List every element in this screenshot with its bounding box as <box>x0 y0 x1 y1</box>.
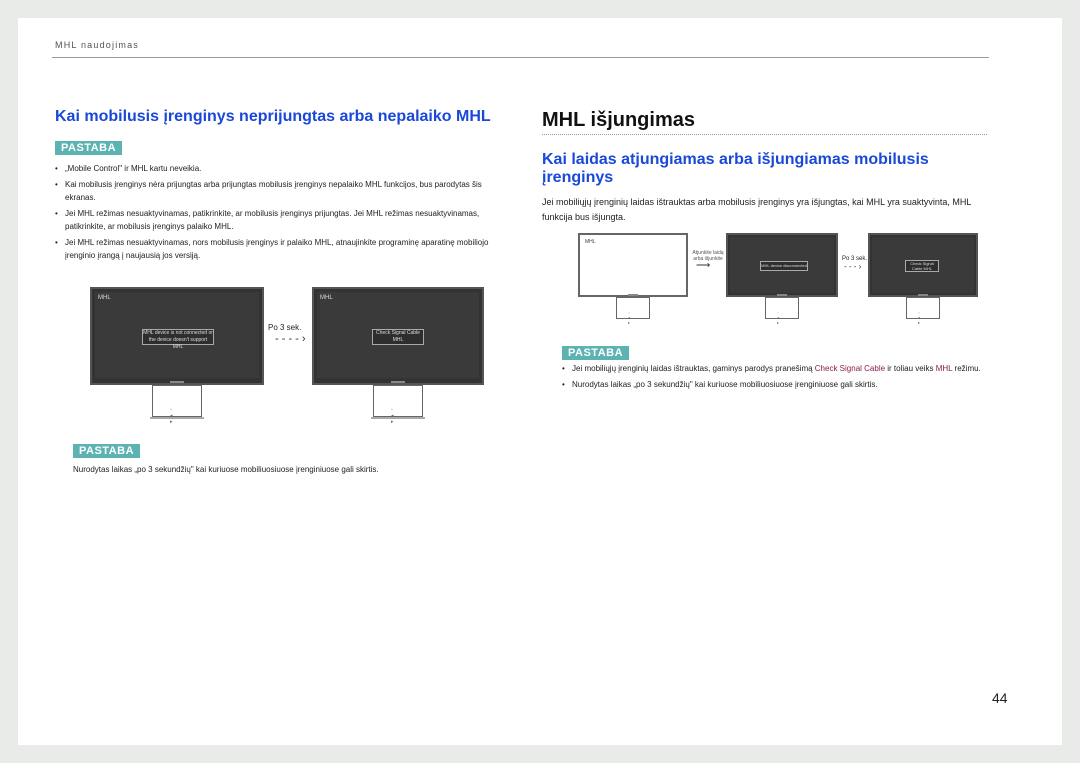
right-body-text: Jei mobiliųjų įrenginių laidas ištraukta… <box>542 197 972 222</box>
screen-message: Check Signal Cable MHL <box>905 260 939 272</box>
left-section-title: Kai mobilusis įrenginys neprijungtas arb… <box>55 108 491 125</box>
arrow-icon: - - - - › <box>275 333 306 345</box>
arrow-icon: - - - › <box>844 262 862 271</box>
list-item: Jei MHL režimas nesuaktyvinamas, patikri… <box>55 207 495 233</box>
arrow-icon: ⟶ <box>696 260 711 271</box>
right-section-title: Kai laidas atjungiamas arba išjungiamas … <box>542 151 929 186</box>
header-divider <box>52 57 989 58</box>
note-text: Nurodytas laikas „po 3 sekundžių" kai ku… <box>73 465 379 474</box>
left-column: Kai mobilusis įrenginys neprijungtas arb… <box>55 108 495 265</box>
screen-label: MHL <box>320 295 333 301</box>
note-text: ir toliau veiks <box>885 364 936 373</box>
highlight-text: MHL <box>935 364 953 373</box>
note-badge-2: PASTABA <box>73 444 141 458</box>
screen-message: MHL device disconnected <box>760 261 808 271</box>
note-badge-3: PASTABA <box>562 346 630 360</box>
note-badge: PASTABA <box>55 141 123 155</box>
list-item: „Mobile Control" ir MHL kartu neveikia. <box>55 162 495 175</box>
title-divider <box>542 134 987 135</box>
screen-message: MHL device is not connected or the devic… <box>142 329 214 350</box>
note-text: režimu. <box>952 364 981 373</box>
page-title: MHL išjungimas <box>542 109 695 131</box>
section-header: MHL naudojimas <box>55 40 139 50</box>
page-number: 44 <box>992 690 1008 706</box>
screen-message: Check Signal Cable MHL <box>372 329 424 345</box>
screen-label: MHL <box>585 239 596 245</box>
note-text: Jei mobiliųjų įrenginių laidas ištraukta… <box>572 364 815 373</box>
list-item: Kai mobilusis įrenginys nėra prijungtas … <box>55 178 495 204</box>
list-item: Jei mobiliųjų įrenginių laidas ištraukta… <box>562 362 997 375</box>
left-note-list: „Mobile Control" ir MHL kartu neveikia. … <box>55 162 495 262</box>
delay-label: Po 3 sek. <box>268 323 302 332</box>
highlight-text: Check Signal Cable <box>814 364 886 373</box>
right-note-list: Jei mobiliųjų įrenginių laidas ištraukta… <box>562 362 997 394</box>
list-item: Nurodytas laikas „po 3 sekundžių" kai ku… <box>562 378 997 391</box>
list-item: Jei MHL režimas nesuaktyvinamas, nors mo… <box>55 236 495 262</box>
screen-label: MHL <box>98 295 111 301</box>
right-column: MHL išjungimas Kai laidas atjungiamas ar… <box>542 108 992 225</box>
